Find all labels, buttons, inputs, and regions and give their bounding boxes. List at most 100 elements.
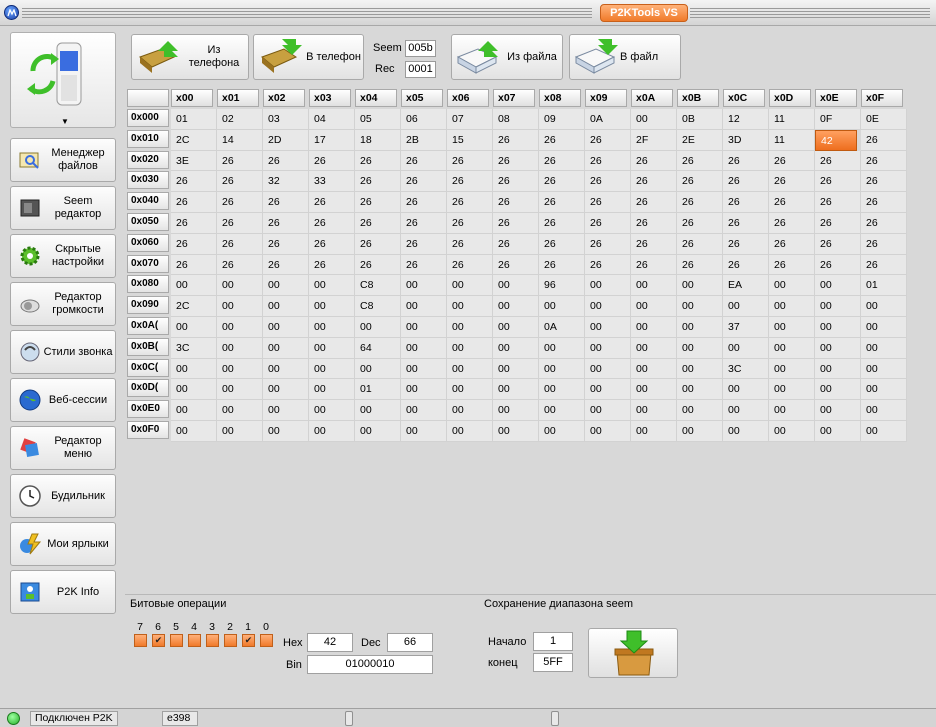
- byte-cell[interactable]: 26: [263, 213, 309, 234]
- byte-cell[interactable]: 26: [309, 192, 355, 213]
- byte-cell[interactable]: 26: [815, 171, 861, 193]
- byte-cell[interactable]: 00: [861, 337, 907, 359]
- byte-cell[interactable]: 00: [539, 379, 585, 401]
- byte-cell[interactable]: 00: [539, 358, 585, 380]
- byte-cell[interactable]: 00: [769, 317, 815, 338]
- byte-cell[interactable]: 26: [861, 192, 907, 213]
- byte-cell[interactable]: 00: [677, 358, 723, 380]
- byte-cell[interactable]: 00: [631, 421, 677, 442]
- row-address[interactable]: 0x030: [127, 171, 169, 190]
- sidebar-item-menu-editor[interactable]: Редактор меню: [10, 426, 116, 470]
- row-address[interactable]: 0x080: [127, 275, 169, 294]
- byte-cell[interactable]: 00: [539, 400, 585, 421]
- byte-cell[interactable]: 00: [677, 317, 723, 338]
- byte-cell[interactable]: 26: [263, 192, 309, 213]
- byte-cell[interactable]: 3C: [171, 337, 217, 359]
- byte-cell[interactable]: 00: [861, 317, 907, 338]
- byte-cell[interactable]: 00: [309, 400, 355, 421]
- byte-cell[interactable]: 00: [171, 400, 217, 421]
- byte-cell[interactable]: 26: [769, 233, 815, 255]
- byte-cell[interactable]: 26: [585, 254, 631, 276]
- byte-cell[interactable]: 00: [677, 337, 723, 359]
- byte-cell[interactable]: 26: [723, 254, 769, 276]
- chevron-down-icon[interactable]: ▼: [61, 117, 69, 126]
- byte-cell[interactable]: 26: [493, 192, 539, 213]
- byte-cell[interactable]: 26: [539, 150, 585, 172]
- byte-cell[interactable]: 26: [861, 171, 907, 193]
- byte-cell[interactable]: 00: [815, 400, 861, 421]
- byte-cell[interactable]: 26: [861, 150, 907, 172]
- byte-cell[interactable]: 26: [355, 150, 401, 172]
- byte-cell[interactable]: 00: [631, 337, 677, 359]
- byte-cell[interactable]: 26: [447, 171, 493, 193]
- byte-cell[interactable]: 26: [677, 233, 723, 255]
- byte-cell[interactable]: 00: [769, 337, 815, 359]
- byte-cell[interactable]: 00: [263, 337, 309, 359]
- byte-cell[interactable]: 00: [631, 296, 677, 317]
- byte-cell[interactable]: 17: [309, 129, 355, 151]
- byte-cell[interactable]: 00: [447, 421, 493, 442]
- byte-cell[interactable]: 0A: [585, 109, 631, 130]
- byte-cell[interactable]: 00: [309, 379, 355, 401]
- byte-cell[interactable]: 00: [861, 358, 907, 380]
- byte-cell[interactable]: 00: [401, 317, 447, 338]
- byte-cell[interactable]: 05: [355, 109, 401, 130]
- byte-cell[interactable]: 26: [723, 171, 769, 193]
- byte-cell[interactable]: 00: [723, 379, 769, 401]
- row-address[interactable]: 0x0C(: [127, 358, 169, 377]
- status-splitter[interactable]: [345, 711, 353, 726]
- byte-cell[interactable]: 00: [447, 275, 493, 297]
- byte-cell[interactable]: 96: [539, 275, 585, 297]
- byte-cell[interactable]: 26: [631, 171, 677, 193]
- byte-cell[interactable]: 26: [585, 192, 631, 213]
- byte-cell[interactable]: 00: [677, 421, 723, 442]
- byte-cell[interactable]: 00: [631, 109, 677, 130]
- byte-cell[interactable]: 26: [861, 213, 907, 234]
- byte-cell[interactable]: 00: [447, 296, 493, 317]
- byte-cell[interactable]: 26: [493, 254, 539, 276]
- byte-cell[interactable]: 00: [677, 296, 723, 317]
- byte-cell[interactable]: 26: [263, 150, 309, 172]
- byte-cell[interactable]: 00: [309, 358, 355, 380]
- byte-cell[interactable]: 00: [493, 358, 539, 380]
- sidebar-item-seem-editor[interactable]: Seem редактор: [10, 186, 116, 230]
- row-address[interactable]: 0x000: [127, 109, 169, 127]
- byte-cell[interactable]: 00: [631, 379, 677, 401]
- from-file-button[interactable]: Из файла: [451, 34, 563, 80]
- byte-cell[interactable]: 00: [585, 337, 631, 359]
- byte-cell[interactable]: C8: [355, 275, 401, 297]
- byte-cell[interactable]: 00: [171, 358, 217, 380]
- byte-cell[interactable]: 00: [401, 379, 447, 401]
- byte-cell[interactable]: 26: [217, 150, 263, 172]
- byte-cell[interactable]: 26: [447, 213, 493, 234]
- byte-cell[interactable]: 00: [585, 358, 631, 380]
- byte-cell[interactable]: 00: [263, 400, 309, 421]
- byte-cell[interactable]: 26: [355, 254, 401, 276]
- byte-cell[interactable]: 26: [493, 150, 539, 172]
- bit-checkbox-2[interactable]: [224, 634, 237, 647]
- byte-cell[interactable]: 26: [769, 150, 815, 172]
- byte-cell[interactable]: 00: [447, 337, 493, 359]
- byte-cell[interactable]: 2B: [401, 129, 447, 151]
- bin-field[interactable]: 01000010: [307, 655, 433, 674]
- byte-cell[interactable]: 26: [217, 213, 263, 234]
- byte-cell[interactable]: 00: [861, 379, 907, 401]
- byte-cell[interactable]: 26: [723, 150, 769, 172]
- byte-cell[interactable]: 26: [401, 192, 447, 213]
- byte-cell[interactable]: 00: [769, 275, 815, 297]
- bit-checkbox-7[interactable]: [134, 634, 147, 647]
- byte-cell[interactable]: 00: [401, 358, 447, 380]
- byte-cell[interactable]: 00: [355, 400, 401, 421]
- byte-cell[interactable]: 00: [539, 296, 585, 317]
- byte-cell[interactable]: 00: [493, 379, 539, 401]
- row-address[interactable]: 0x070: [127, 254, 169, 273]
- byte-cell[interactable]: 00: [769, 400, 815, 421]
- byte-cell[interactable]: 26: [769, 254, 815, 276]
- byte-cell[interactable]: 01: [861, 275, 907, 297]
- byte-cell[interactable]: 18: [355, 129, 401, 151]
- byte-cell[interactable]: 00: [539, 421, 585, 442]
- byte-cell[interactable]: 26: [585, 129, 631, 151]
- byte-cell[interactable]: 00: [493, 400, 539, 421]
- sidebar-item-clock[interactable]: Будильник: [10, 474, 116, 518]
- byte-cell[interactable]: 00: [815, 358, 861, 380]
